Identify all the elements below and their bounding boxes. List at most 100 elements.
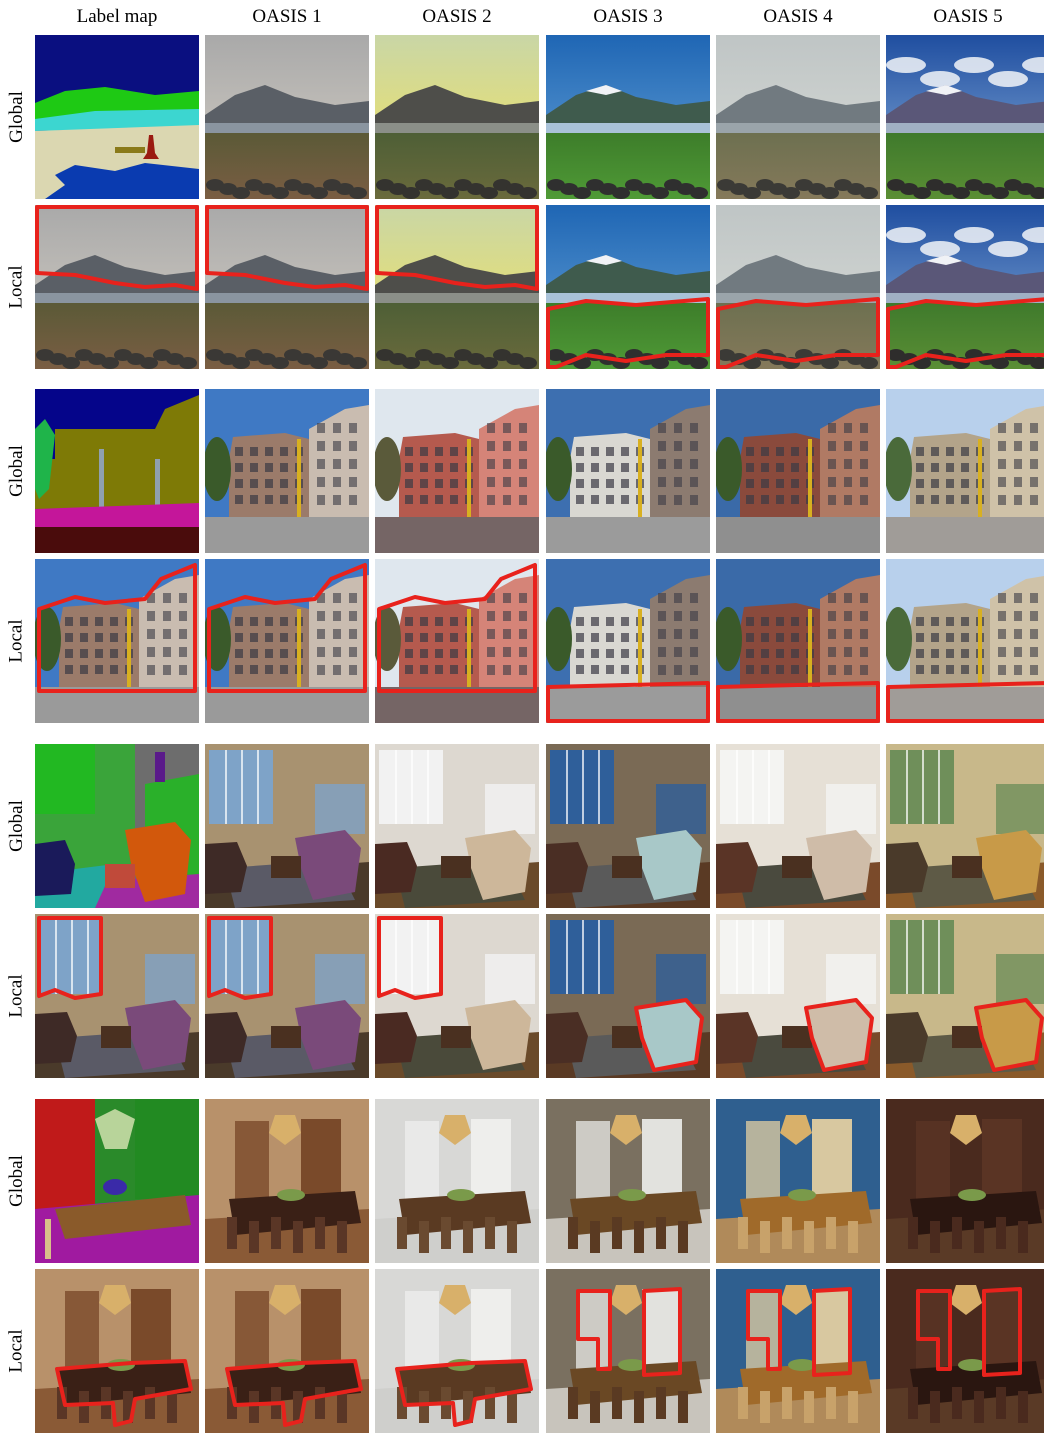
living-scene-image — [35, 744, 199, 908]
dining-scene-image — [716, 1099, 880, 1263]
landscape-scene-image — [546, 205, 710, 369]
street-scene-image — [546, 389, 710, 553]
generated-image — [205, 1269, 369, 1433]
generated-image — [205, 744, 369, 908]
column-header-5: OASIS 5 — [933, 6, 1003, 27]
generated-image — [205, 35, 369, 199]
row-label-text: Global — [6, 91, 27, 143]
column-header-1: OASIS 1 — [252, 6, 322, 27]
landscape-scene-image — [375, 35, 539, 199]
dining-scene-image — [546, 1269, 710, 1433]
living-scene-image — [546, 744, 710, 908]
landscape-scene-image — [886, 35, 1044, 199]
landscape-scene-image — [716, 205, 880, 369]
generated-image — [205, 559, 369, 723]
street-scene-image — [716, 559, 880, 723]
row-label-2: Global — [0, 389, 34, 553]
street-scene-image — [886, 389, 1044, 553]
living-scene-image — [886, 744, 1044, 908]
living-scene-image — [716, 914, 880, 1078]
generated-image — [375, 1269, 539, 1433]
street-scene-image — [886, 559, 1044, 723]
label-map-image — [35, 914, 199, 1078]
row-label-4: Global — [0, 744, 34, 908]
street-scene-image — [205, 559, 369, 723]
generated-image — [546, 205, 710, 369]
row-label-3: Local — [0, 559, 34, 723]
generated-image — [205, 205, 369, 369]
label-map-image — [35, 205, 199, 369]
generated-image — [886, 914, 1044, 1078]
generated-image — [886, 389, 1044, 553]
living-scene-image — [716, 744, 880, 908]
landscape-scene-image — [886, 205, 1044, 369]
generated-image — [716, 559, 880, 723]
dining-scene-image — [35, 1269, 199, 1433]
generated-image — [716, 914, 880, 1078]
generated-image — [205, 389, 369, 553]
row-label-text: Global — [6, 445, 27, 497]
dining-scene-image — [205, 1099, 369, 1263]
generated-image — [546, 744, 710, 908]
generated-image — [886, 1099, 1044, 1263]
generated-image — [375, 559, 539, 723]
generated-image — [886, 205, 1044, 369]
generated-image — [375, 914, 539, 1078]
row-label-0: Global — [0, 35, 34, 199]
column-header-0: Label map — [76, 6, 158, 27]
living-scene-image — [886, 914, 1044, 1078]
generated-image — [375, 744, 539, 908]
street-scene-image — [546, 559, 710, 723]
living-scene-image — [546, 914, 710, 1078]
generated-image — [546, 1269, 710, 1433]
column-header-2: OASIS 2 — [422, 6, 492, 27]
generated-image — [716, 35, 880, 199]
street-scene-image — [35, 389, 199, 553]
figure-grid: Label map OASIS 1 OASIS 2 OASIS 3 OASIS 4 OAS… — [0, 0, 1044, 1435]
living-scene-image — [375, 744, 539, 908]
generated-image — [716, 389, 880, 553]
generated-image — [716, 744, 880, 908]
dining-scene-image — [546, 1099, 710, 1263]
column-header-4: OASIS 4 — [763, 6, 833, 27]
generated-image — [375, 205, 539, 369]
row-label-text: Global — [6, 1155, 27, 1207]
generated-image — [886, 35, 1044, 199]
generated-image — [716, 205, 880, 369]
dining-scene-image — [375, 1269, 539, 1433]
living-scene-image — [375, 914, 539, 1078]
row-label-7: Local — [0, 1269, 34, 1433]
street-scene-image — [205, 389, 369, 553]
generated-image — [375, 1099, 539, 1263]
landscape-scene-image — [205, 205, 369, 369]
dining-scene-image — [205, 1269, 369, 1433]
street-scene-image — [375, 559, 539, 723]
living-scene-image — [35, 914, 199, 1078]
row-label-5: Local — [0, 914, 34, 1078]
street-scene-image — [375, 389, 539, 553]
street-scene-image — [716, 389, 880, 553]
row-label-text: Global — [6, 800, 27, 852]
label-map-image — [35, 559, 199, 723]
row-label-1: Local — [0, 205, 34, 369]
row-label-text: Local — [6, 619, 28, 663]
dining-scene-image — [716, 1269, 880, 1433]
landscape-scene-image — [35, 205, 199, 369]
living-scene-image — [205, 744, 369, 908]
generated-image — [716, 1099, 880, 1263]
landscape-scene-image — [546, 35, 710, 199]
generated-image — [886, 559, 1044, 723]
generated-image — [716, 1269, 880, 1433]
generated-image — [546, 1099, 710, 1263]
label-map-image — [35, 1269, 199, 1433]
row-label-text: Local — [6, 1329, 28, 1373]
generated-image — [546, 559, 710, 723]
column-header-3: OASIS 3 — [593, 6, 663, 27]
generated-image — [886, 744, 1044, 908]
street-scene-image — [35, 559, 199, 723]
landscape-scene-image — [716, 35, 880, 199]
living-scene-image — [205, 914, 369, 1078]
row-label-text: Local — [6, 265, 28, 309]
row-label-6: Global — [0, 1099, 34, 1263]
dining-scene-image — [886, 1099, 1044, 1263]
